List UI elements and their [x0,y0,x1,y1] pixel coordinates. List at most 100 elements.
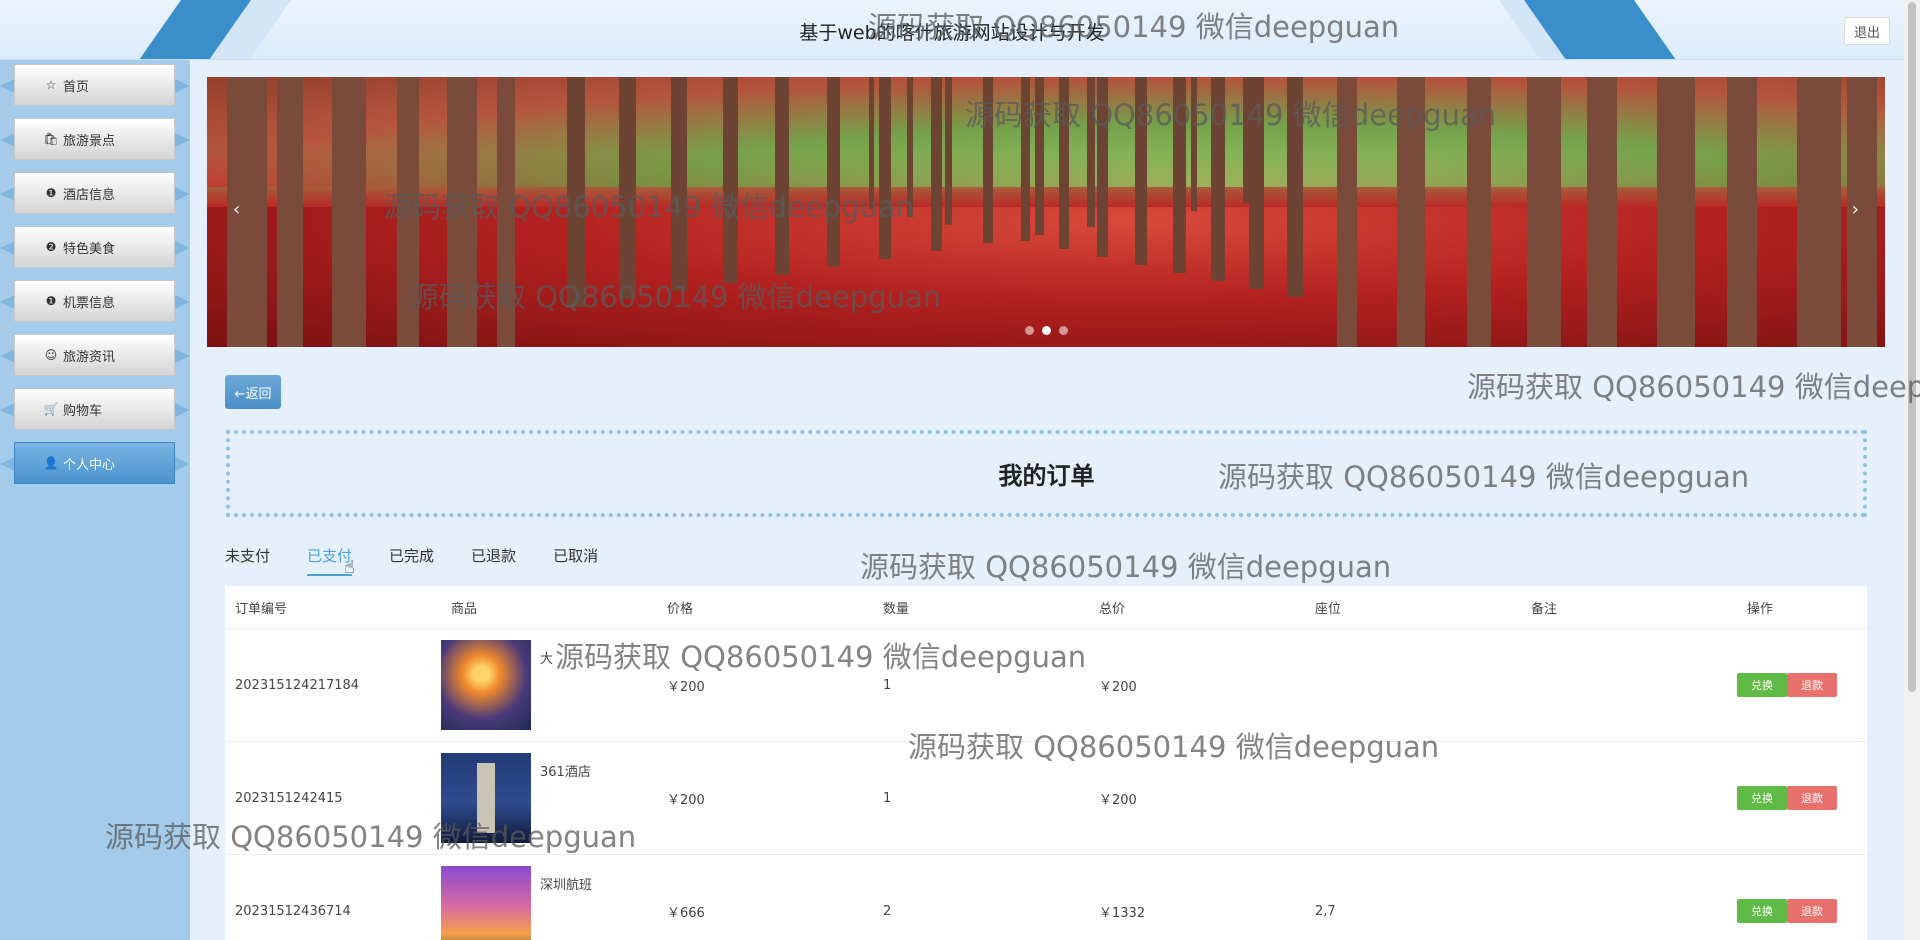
tab-3[interactable]: 已退款 [471,545,516,576]
carousel-indicators [207,326,1885,335]
tree-trunk [1173,77,1186,273]
quantity: 1 [883,790,892,806]
scrollbar-thumb[interactable] [1908,2,1916,692]
redeem-button[interactable]: 兑换 [1737,673,1787,697]
sidebar-button[interactable]: ❶ 机票信息 [14,280,175,322]
product-thumbnail[interactable] [441,753,531,843]
bag-icon: 🛍 [43,132,59,146]
sidebar-button[interactable]: ❷ 特色美食 [14,226,175,268]
tree-trunk [945,77,952,225]
sidebar-item-label: 个人中心 [63,457,116,473]
total-price: ￥200 [1099,679,1137,695]
redeem-button[interactable]: 兑换 [1737,899,1787,923]
carousel-prev-icon[interactable]: ‹ [233,199,240,220]
product-cell: 大 [441,640,657,730]
smile-icon: ☺ [44,348,58,362]
sidebar-item-3[interactable]: ❷ 特色美食 [0,222,190,274]
total-price: ￥200 [1099,792,1137,808]
back-button[interactable]: ←返回 [225,375,281,409]
tree-trunk [1587,77,1617,347]
tree-trunk [497,77,515,347]
product-thumbnail[interactable] [441,866,531,940]
sidebar-button[interactable]: 👤 个人中心 [14,442,175,484]
tree-trunk [1211,77,1225,281]
tree-trunk [907,77,913,217]
tab-0[interactable]: 未支付 [225,545,270,576]
carousel-dot[interactable] [1058,326,1068,335]
carousel-next-icon[interactable]: › [1852,199,1859,220]
column-header: 操作 [1747,601,1774,617]
user-icon: 👤 [43,456,59,470]
sidebar-item-5[interactable]: ☺ 旅游资讯 [0,330,190,382]
refund-button[interactable]: 退款 [1787,899,1837,923]
sidebar-item-label: 酒店信息 [63,187,116,203]
sidebar-button[interactable]: ❶ 酒店信息 [14,172,175,214]
refund-button[interactable]: 退款 [1787,673,1837,697]
sidebar-item-label: 购物车 [63,403,103,419]
table-row: 20231512436714 深圳航班 ￥666 2 ￥1332 2,7 兑换 退款 [225,855,1867,940]
page-title: 我的订单 [998,462,1095,490]
top-header: 基于web的喀什旅游网站设计与开发 退出 [0,0,1904,60]
order-number: 202315124217184 [235,677,360,693]
tree-trunk [1657,77,1695,347]
tree-trunk [397,77,419,347]
column-header: 座位 [1315,601,1342,617]
tree-trunk [931,77,942,251]
tree-trunk [619,77,636,299]
price: ￥200 [667,679,705,695]
sidebar-item-7[interactable]: 👤 个人中心 [0,438,190,490]
column-header: 订单编号 [235,601,288,617]
tree-trunk [775,77,789,275]
tab-2[interactable]: 已完成 [389,545,434,576]
tab-4[interactable]: 已取消 [553,545,598,576]
sidebar-button[interactable]: ☺ 旅游资讯 [14,334,175,376]
quantity: 2 [883,903,892,919]
tree-trunk [1021,77,1030,241]
tree-trunk [277,77,303,347]
sidebar-button[interactable]: 🛍 旅游景点 [14,118,175,160]
carousel-dot[interactable] [1024,326,1034,335]
product-cell: 深圳航班 [441,866,657,940]
row-actions: 兑换 退款 [1737,673,1867,697]
sidebar-item-label: 首页 [63,79,90,95]
product-name: 大 [540,652,554,667]
tree-trunk [1035,77,1044,235]
sidebar-item-1[interactable]: 🛍 旅游景点 [0,114,190,166]
sidebar-item-4[interactable]: ❶ 机票信息 [0,276,190,328]
page-title-box: 我的订单 [226,430,1867,517]
refund-button[interactable]: 退款 [1787,786,1837,810]
sidebar-button[interactable]: ☆ 首页 [14,64,175,106]
product-thumbnail[interactable] [441,640,531,730]
sidebar-item-label: 机票信息 [63,295,116,311]
sidebar-item-0[interactable]: ☆ 首页 [0,60,190,112]
banner-carousel[interactable]: ‹ › [207,77,1885,347]
redeem-button[interactable]: 兑换 [1737,786,1787,810]
watermark: 源码获取 QQ86050149 微信deepguan [860,550,1392,584]
watermark: 源码获取 QQ86050149 微信deepguan [1467,370,1920,404]
sidebar-item-6[interactable]: 🛒 购物车 [0,384,190,436]
sidebar-button[interactable]: 🛒 购物车 [14,388,175,430]
tree-trunk [1337,77,1357,347]
carousel-dot[interactable] [1041,326,1051,335]
sidebar: ☆ 首页 🛍 旅游景点 ❶ 酒店信息 ❷ 特色美食 ❶ 机票信息 ☺ 旅游资讯 🛒 购物车 👤 个人中心 [0,60,190,940]
tree-trunk [1135,77,1147,265]
sidebar-item-2[interactable]: ❶ 酒店信息 [0,168,190,220]
tree-trunk [1059,77,1069,249]
logout-button[interactable]: 退出 [1844,17,1890,45]
page-scrollbar[interactable] [1904,0,1920,940]
table-row: 2023151242415 361酒店 ￥200 1 ￥200 兑换 退款 [225,742,1867,855]
star-icon: ☆ [45,78,57,92]
info-circle-icon: ❶ [45,294,57,308]
product-cell: 361酒店 [441,753,657,843]
orders-table: 订单编号 商品 价格 数量 总价 座位 备注 操作 202315124217184 大 ￥200 1… [225,586,1867,940]
product-name: 深圳航班 [540,878,593,893]
tree-trunk [1243,77,1249,203]
tree-trunk [567,77,585,307]
tree-trunk [332,77,366,347]
tree-trunk [671,77,687,291]
cart-icon: 🛒 [43,402,59,416]
quantity: 1 [883,677,892,693]
tree-trunk [827,77,840,267]
price: ￥666 [667,905,705,921]
tree-trunk [1397,77,1425,347]
